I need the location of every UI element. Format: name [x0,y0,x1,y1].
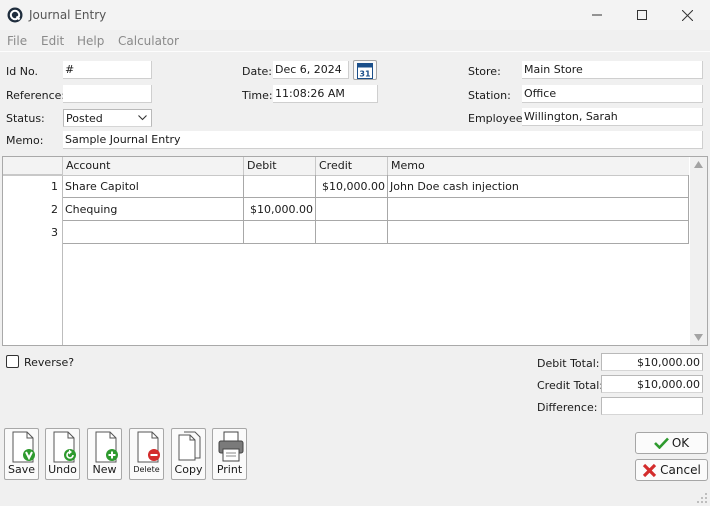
cell-credit[interactable] [316,198,388,221]
reverse-checkbox[interactable] [6,355,19,368]
cell-debit[interactable] [244,221,316,244]
difference-field [601,397,703,415]
cell-credit[interactable]: $10,000.00 [316,175,388,198]
checkmark-icon [653,437,669,449]
calendar-day: 31 [359,70,371,79]
column-header-memo[interactable]: Memo [388,157,689,175]
app-logo-icon [7,7,23,23]
cell-debit[interactable]: $10,000.00 [244,198,316,221]
maximize-icon [637,10,647,20]
menu-help[interactable]: Help [77,34,104,48]
delete-button[interactable]: Delete [129,428,164,480]
employee-field[interactable]: Willington, Sarah [522,108,703,126]
scroll-down-icon[interactable] [694,334,703,341]
cancel-button[interactable]: Cancel [635,459,708,481]
window-title: Journal Entry [29,8,107,22]
copy-button[interactable]: Copy [171,428,206,480]
cell-memo[interactable] [388,198,689,221]
reverse-label: Reverse? [24,356,75,369]
save-label: Save [7,463,35,476]
close-button[interactable] [664,0,710,30]
cancel-label: Cancel [660,463,701,477]
calendar-icon: 31 [357,63,373,79]
debit-total-field: $10,000.00 [601,353,703,371]
cell-account[interactable]: Chequing [63,198,244,221]
store-field[interactable]: Main Store [522,61,703,79]
status-select[interactable]: Posted [63,109,152,127]
memo-label: Memo: [6,134,44,147]
menu-file[interactable]: File [7,34,27,48]
close-icon [681,9,693,21]
menu-separator [0,51,710,52]
copy-icon [178,431,201,461]
station-label: Station: [468,89,511,102]
scroll-up-icon[interactable] [694,161,703,168]
new-button[interactable]: New [87,428,122,480]
time-label: Time: [242,89,273,102]
menu-bar [0,31,710,51]
menu-edit[interactable]: Edit [41,34,64,48]
menu-calculator[interactable]: Calculator [118,34,179,48]
column-header-debit[interactable]: Debit [244,157,316,175]
resize-grip-icon[interactable] [696,492,708,504]
delete-icon [137,431,160,463]
printer-icon [218,431,244,462]
row-number: 2 [51,203,58,216]
ok-label: OK [671,436,690,450]
store-label: Store: [468,65,501,78]
column-header-credit[interactable]: Credit [316,157,388,175]
credit-total-field: $10,000.00 [601,375,703,393]
date-label: Date: [242,65,272,78]
undo-icon [53,431,76,463]
print-button[interactable]: Print [212,428,247,480]
station-field[interactable]: Office [522,85,703,103]
cell-memo[interactable] [388,221,689,244]
row-number: 3 [51,226,58,239]
delete-label: Delete [133,465,160,474]
save-icon [12,431,35,463]
copy-label: Copy [174,463,203,476]
journal-grid[interactable]: Account Debit Credit Memo 1 Share Capito… [2,156,708,346]
vertical-scrollbar[interactable] [690,157,707,345]
cell-memo[interactable]: John Doe cash injection [388,175,689,198]
employee-label: Employee: [468,112,527,125]
cell-debit[interactable] [244,175,316,198]
cell-credit[interactable] [316,221,388,244]
calendar-button[interactable]: 31 [353,60,377,80]
debit-total-label: Debit Total: [537,357,600,370]
id-field[interactable]: # [63,61,152,79]
credit-total-label: Credit Total: [537,379,603,392]
status-label: Status: [6,112,45,125]
cancel-x-icon [643,463,657,477]
print-label: Print [216,463,243,476]
ok-button[interactable]: OK [635,432,708,454]
minimize-button[interactable] [574,0,620,30]
undo-button[interactable]: Undo [45,428,80,480]
reference-field[interactable] [63,85,152,103]
cell-account[interactable] [63,221,244,244]
new-label: New [92,463,117,476]
id-label: Id No. [6,65,38,78]
cell-account[interactable]: Share Capitol [63,175,244,198]
time-field[interactable]: 11:08:26 AM [273,85,378,103]
new-icon [95,431,118,463]
difference-label: Difference: [537,401,598,414]
reference-label: Reference: [6,89,66,102]
undo-label: Undo [48,463,77,476]
grid-corner [3,157,63,175]
maximize-button[interactable] [619,0,665,30]
chevron-down-icon [138,115,147,121]
column-header-account[interactable]: Account [63,157,244,175]
date-field[interactable]: Dec 6, 2024 [273,61,349,79]
row-number: 1 [51,180,58,193]
save-button[interactable]: Save [4,428,39,480]
status-value: Posted [66,112,103,125]
minimize-icon [592,14,602,16]
memo-field[interactable]: Sample Journal Entry [63,131,703,149]
